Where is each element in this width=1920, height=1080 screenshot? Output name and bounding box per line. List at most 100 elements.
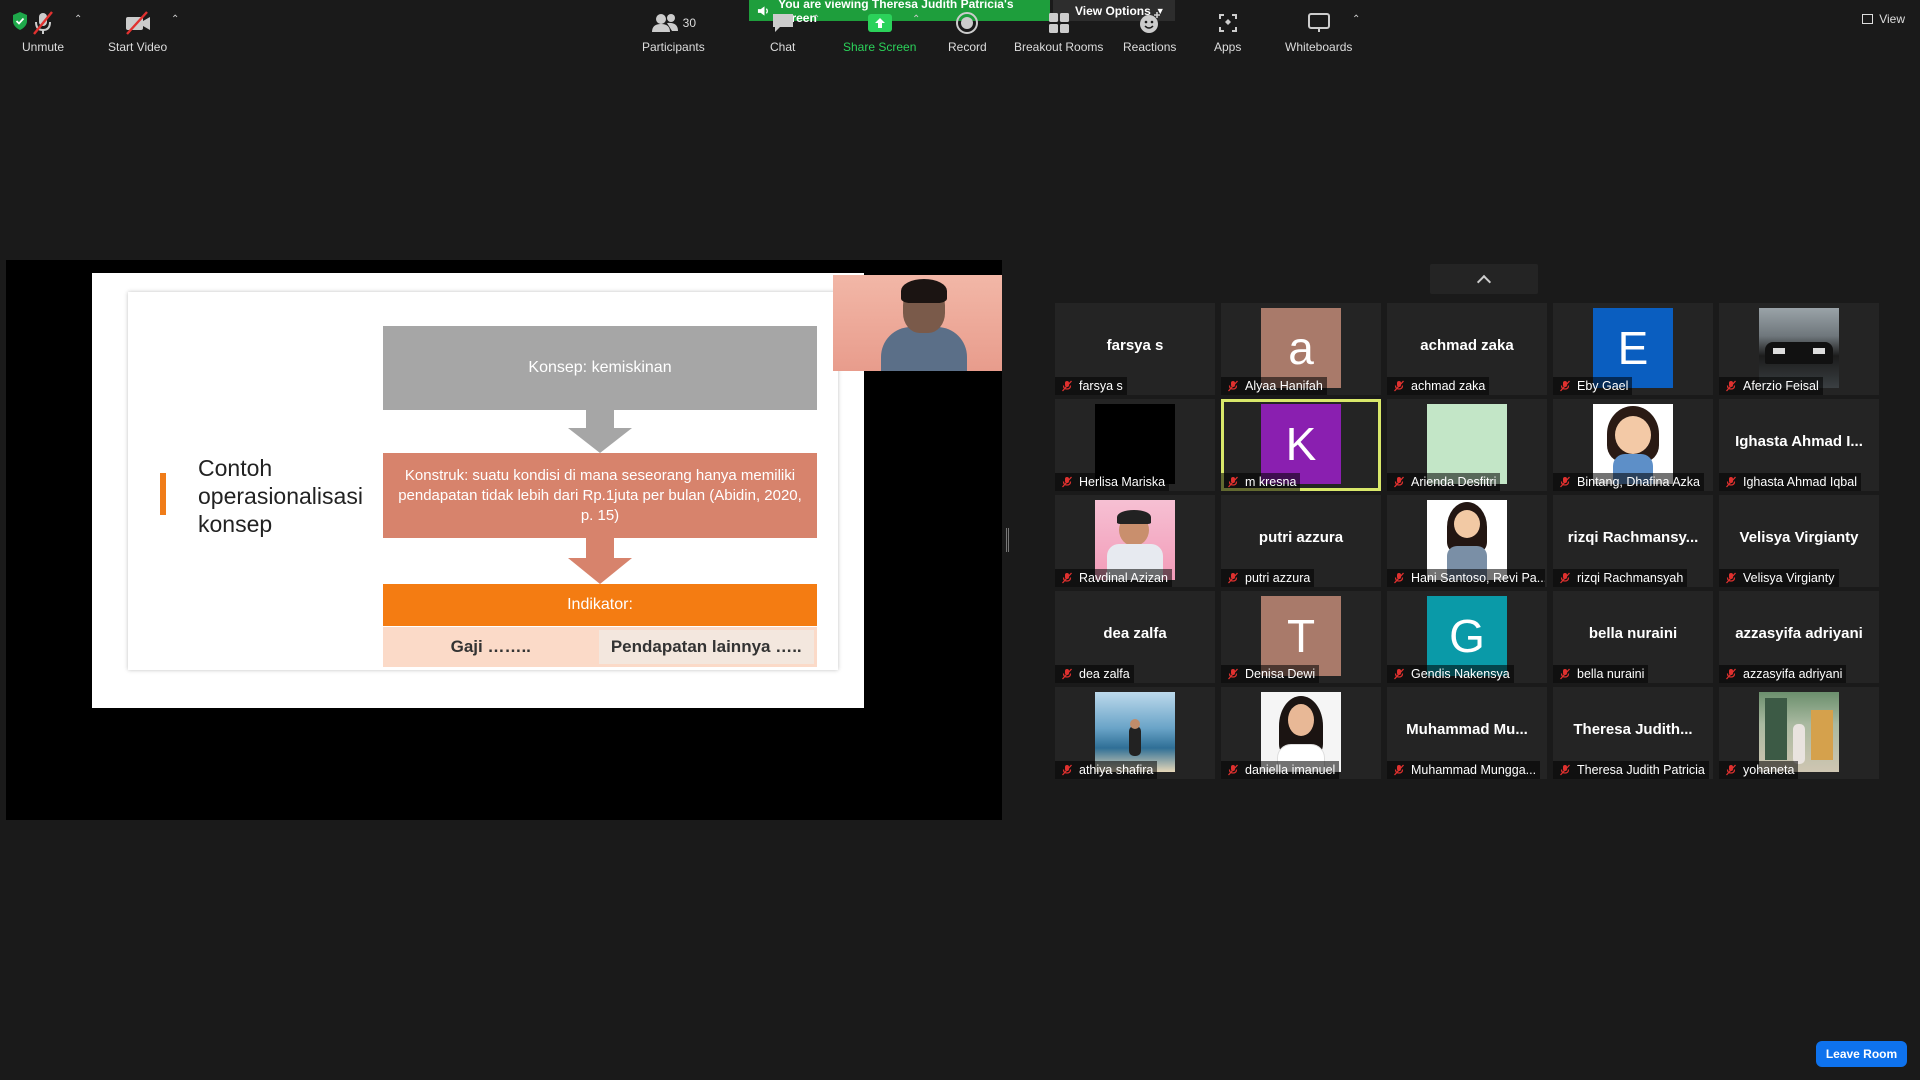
participant-name: Ighasta Ahmad Iqbal — [1743, 475, 1857, 489]
leave-room-button[interactable]: Leave Room — [1816, 1041, 1907, 1067]
participant-tile[interactable]: Velisya Virgianty Velisya Virgianty — [1719, 495, 1879, 587]
muted-mic-icon — [1726, 476, 1736, 488]
participant-name: Alyaa Hanifah — [1245, 379, 1323, 393]
record-label: Record — [948, 40, 987, 54]
muted-mic-icon — [1228, 476, 1238, 488]
participant-tile[interactable]: daniella imanuel — [1221, 687, 1381, 779]
whiteboards-button[interactable]: Whiteboards — [1285, 10, 1352, 54]
participant-tile[interactable]: T Denisa Dewi — [1221, 591, 1381, 683]
participant-name-label: Ravdinal Azizan — [1055, 569, 1172, 587]
participant-name-label: yohaneta — [1719, 761, 1799, 779]
participants-label: Participants — [642, 40, 705, 54]
participant-tile[interactable]: Muhammad Mu... Muhammad Mungga... — [1387, 687, 1547, 779]
muted-mic-icon — [1228, 668, 1238, 680]
participant-display-name: farsya s — [1106, 337, 1164, 354]
participant-tile[interactable]: Herlisa Mariska — [1055, 399, 1215, 491]
shared-screen[interactable]: Contoh operasionalisasi konsep Konsep: k… — [6, 260, 1002, 820]
participant-tile[interactable]: G Gendis Nakensya — [1387, 591, 1547, 683]
participant-tile[interactable]: Ighasta Ahmad I... Ighasta Ahmad Iqbal — [1719, 399, 1879, 491]
participant-name: Herlisa Mariska — [1079, 475, 1166, 489]
participant-name-label: Aferzio Feisal — [1719, 377, 1823, 395]
audio-options-caret-icon[interactable]: ⌃ — [74, 14, 82, 25]
muted-mic-icon — [1394, 476, 1404, 488]
muted-mic-icon — [1394, 668, 1404, 680]
participant-display-name: putri azzura — [1258, 529, 1344, 546]
participant-display-name: Velisya Virgianty — [1739, 529, 1859, 546]
participant-photo — [1427, 404, 1507, 484]
participant-tile[interactable]: farsya s farsya s — [1055, 303, 1215, 395]
indicator-gaji: Gaji …….. — [450, 637, 531, 656]
participant-tile[interactable]: Km kresna — [1221, 399, 1381, 491]
gallery-scroll-up-button[interactable] — [1430, 264, 1538, 294]
muted-mic-icon — [1726, 764, 1736, 776]
participant-tile[interactable]: Theresa Judith... Theresa Judith Patricia — [1553, 687, 1713, 779]
participant-name: athiya shafira — [1079, 763, 1154, 777]
chat-label: Chat — [770, 40, 796, 54]
participant-avatar: a — [1261, 308, 1341, 388]
konsep-box: Konsep: kemiskinan — [383, 326, 817, 410]
participant-tile[interactable]: dea zalfa dea zalfa — [1055, 591, 1215, 683]
participant-tile[interactable]: achmad zaka achmad zaka — [1387, 303, 1547, 395]
participant-tile[interactable]: Aferzio Feisal — [1719, 303, 1879, 395]
record-button[interactable]: Record — [948, 10, 987, 54]
participant-name: Denisa Dewi — [1245, 667, 1316, 681]
participant-name: achmad zaka — [1411, 379, 1486, 393]
video-off-icon — [125, 11, 150, 35]
unmute-button[interactable]: Unmute — [22, 10, 64, 54]
participant-tile[interactable]: azzasyifa adriyani azzasyifa adriyani — [1719, 591, 1879, 683]
participant-display-name: achmad zaka — [1420, 337, 1514, 354]
participant-name-label: m kresna — [1221, 473, 1301, 491]
reactions-button[interactable]: Reactions — [1123, 10, 1176, 54]
video-options-caret-icon[interactable]: ⌃ — [171, 14, 179, 25]
apps-label: Apps — [1214, 40, 1242, 54]
participant-name-label: putri azzura — [1221, 569, 1315, 587]
breakout-rooms-icon — [1048, 13, 1069, 33]
share-options-caret-icon[interactable]: ⌃ — [912, 14, 920, 25]
participants-icon — [651, 14, 678, 32]
muted-mic-icon — [1726, 380, 1736, 392]
participant-tile[interactable]: Arienda Desfitri — [1387, 399, 1547, 491]
muted-mic-icon — [1560, 764, 1570, 776]
participant-name-label: Bintang, Dhafina Azka — [1553, 473, 1704, 491]
start-video-label: Start Video — [108, 40, 168, 54]
speaker-icon — [757, 5, 768, 16]
presenter-video — [833, 275, 1002, 371]
participants-button[interactable]: 30 Participants — [642, 10, 705, 54]
participant-tile[interactable]: putri azzura putri azzura — [1221, 495, 1381, 587]
participant-photo — [1593, 404, 1673, 484]
participant-tile[interactable]: Ravdinal Azizan — [1055, 495, 1215, 587]
participant-tile[interactable]: bella nuraini bella nuraini — [1553, 591, 1713, 683]
chat-button[interactable]: Chat — [770, 10, 795, 54]
participant-tile[interactable]: Hani Santoso, Revi Pa... — [1387, 495, 1547, 587]
participant-display-name: Theresa Judith... — [1573, 721, 1693, 738]
participant-name-label: Gendis Nakensya — [1387, 665, 1514, 683]
participant-display-name: azzasyifa adriyani — [1735, 625, 1863, 642]
muted-mic-icon — [1062, 476, 1072, 488]
participant-tile[interactable]: a Alyaa Hanifah — [1221, 303, 1381, 395]
muted-mic-icon — [1560, 476, 1570, 488]
participant-name-label: achmad zaka — [1387, 377, 1490, 395]
muted-mic-icon — [1394, 764, 1404, 776]
participant-name: Arienda Desfitri — [1411, 475, 1497, 489]
indicator-items: Gaji …….. Pendapatan lainnya ….. — [383, 627, 817, 667]
konstruk-box: Konstruk: suatu kondisi di mana seseoran… — [383, 453, 817, 538]
start-video-button[interactable]: Start Video — [108, 10, 167, 54]
participant-tile[interactable]: Bintang, Dhafina Azka — [1553, 399, 1713, 491]
participant-name: m kresna — [1245, 475, 1297, 489]
apps-button[interactable]: Apps — [1214, 10, 1241, 54]
participant-tile[interactable]: rizqi Rachmansy... rizqi Rachmansyah — [1553, 495, 1713, 587]
participant-tile[interactable]: yohaneta — [1719, 687, 1879, 779]
share-screen-button[interactable]: Share Screen — [843, 10, 916, 54]
whiteboard-options-caret-icon[interactable]: ⌃ — [1352, 14, 1360, 25]
view-button[interactable]: View — [1862, 12, 1905, 26]
participant-name-label: Arienda Desfitri — [1387, 473, 1501, 491]
participant-name: Bintang, Dhafina Azka — [1577, 475, 1700, 489]
chat-options-caret-icon[interactable]: ⌃ — [812, 14, 820, 25]
participant-name: Muhammad Mungga... — [1411, 763, 1537, 777]
participant-name: bella nuraini — [1577, 667, 1645, 681]
participant-tile[interactable]: E Eby Gael — [1553, 303, 1713, 395]
panel-splitter-handle[interactable] — [1006, 528, 1009, 552]
participant-tile[interactable]: athiya shafira — [1055, 687, 1215, 779]
breakout-rooms-button[interactable]: Breakout Rooms — [1014, 10, 1103, 54]
participant-name: putri azzura — [1245, 571, 1311, 585]
